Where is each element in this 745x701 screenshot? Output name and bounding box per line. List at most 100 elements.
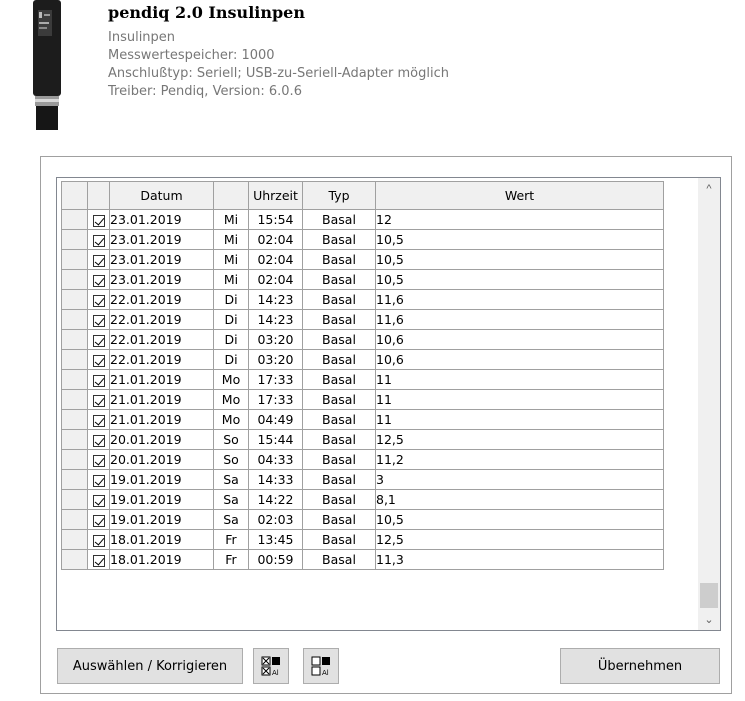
column-header-value[interactable]: Wert: [375, 181, 664, 210]
device-type: Insulinpen: [108, 30, 176, 45]
table-row[interactable]: 20.01.2019 So 15:44 Basal 12,5: [61, 429, 664, 450]
checkbox-checked-icon[interactable]: [92, 254, 105, 267]
table-row[interactable]: 23.01.2019 Mi 15:54 Basal 12: [61, 209, 664, 230]
row-checkbox[interactable]: [87, 209, 110, 230]
row-checkbox[interactable]: [87, 269, 110, 290]
checkbox-checked-icon[interactable]: [92, 454, 105, 467]
checkbox-checked-icon[interactable]: [92, 434, 105, 447]
scrollbar-thumb[interactable]: [700, 583, 718, 608]
table-row[interactable]: 22.01.2019 Di 14:23 Basal 11,6: [61, 289, 664, 310]
row-checkbox[interactable]: [87, 489, 110, 510]
checkbox-checked-icon[interactable]: [92, 274, 105, 287]
row-checkbox[interactable]: [87, 409, 110, 430]
row-selector[interactable]: [61, 369, 88, 390]
row-selector[interactable]: [61, 509, 88, 530]
row-selector[interactable]: [61, 329, 88, 350]
row-selector[interactable]: [61, 249, 88, 270]
select-all-button[interactable]: Al: [253, 648, 289, 684]
chevron-up-icon[interactable]: ^: [698, 178, 720, 200]
row-selector[interactable]: [61, 529, 88, 550]
table-row[interactable]: 20.01.2019 So 04:33 Basal 11,2: [61, 449, 664, 470]
table-row[interactable]: 23.01.2019 Mi 02:04 Basal 10,5: [61, 269, 664, 290]
row-checkbox[interactable]: [87, 469, 110, 490]
checkbox-checked-icon[interactable]: [92, 334, 105, 347]
cell-weekday: Di: [213, 349, 249, 370]
column-header-time[interactable]: Uhrzeit: [248, 181, 303, 210]
row-selector[interactable]: [61, 549, 88, 570]
row-checkbox[interactable]: [87, 329, 110, 350]
row-checkbox[interactable]: [87, 549, 110, 570]
column-header-row-selector[interactable]: [61, 181, 88, 210]
checkbox-checked-icon[interactable]: [92, 474, 105, 487]
device-connection: Anschlußtyp: Seriell; USB-zu-Seriell-Ada…: [108, 66, 449, 81]
vertical-scrollbar[interactable]: ^ ⌄: [698, 178, 720, 630]
row-selector[interactable]: [61, 309, 88, 330]
table-row[interactable]: 19.01.2019 Sa 14:22 Basal 8,1: [61, 489, 664, 510]
row-selector[interactable]: [61, 469, 88, 490]
checkbox-checked-icon[interactable]: [92, 374, 105, 387]
checkbox-checked-icon[interactable]: [92, 314, 105, 327]
row-checkbox[interactable]: [87, 429, 110, 450]
column-header-date[interactable]: Datum: [109, 181, 214, 210]
row-selector[interactable]: [61, 429, 88, 450]
row-checkbox[interactable]: [87, 289, 110, 310]
table-row[interactable]: 23.01.2019 Mi 02:04 Basal 10,5: [61, 249, 664, 270]
deselect-all-button[interactable]: Al: [303, 648, 339, 684]
table-row[interactable]: 19.01.2019 Sa 02:03 Basal 10,5: [61, 509, 664, 530]
table-row[interactable]: 21.01.2019 Mo 17:33 Basal 11: [61, 389, 664, 410]
cell-date: 20.01.2019: [109, 449, 214, 470]
table-row[interactable]: 18.01.2019 Fr 00:59 Basal 11,3: [61, 549, 664, 570]
row-selector[interactable]: [61, 289, 88, 310]
table-row[interactable]: 23.01.2019 Mi 02:04 Basal 10,5: [61, 229, 664, 250]
cell-weekday: Mo: [213, 389, 249, 410]
row-checkbox[interactable]: [87, 229, 110, 250]
row-selector[interactable]: [61, 209, 88, 230]
checkbox-checked-icon[interactable]: [92, 354, 105, 367]
row-checkbox[interactable]: [87, 309, 110, 330]
row-checkbox[interactable]: [87, 449, 110, 470]
select-correct-button[interactable]: Auswählen / Korrigieren: [57, 648, 243, 684]
table-row[interactable]: 19.01.2019 Sa 14:33 Basal 3: [61, 469, 664, 490]
column-header-type[interactable]: Typ: [302, 181, 376, 210]
row-selector[interactable]: [61, 269, 88, 290]
apply-button[interactable]: Übernehmen: [560, 648, 720, 684]
row-selector[interactable]: [61, 409, 88, 430]
table-row[interactable]: 21.01.2019 Mo 04:49 Basal 11: [61, 409, 664, 430]
checkbox-checked-icon[interactable]: [92, 514, 105, 527]
cell-weekday: Sa: [213, 469, 249, 490]
checkbox-checked-icon[interactable]: [92, 534, 105, 547]
cell-value: 11,2: [375, 449, 664, 470]
row-selector[interactable]: [61, 349, 88, 370]
column-header-weekday[interactable]: [213, 181, 249, 210]
row-selector[interactable]: [61, 229, 88, 250]
column-header-check[interactable]: [87, 181, 110, 210]
table-row[interactable]: 22.01.2019 Di 03:20 Basal 10,6: [61, 329, 664, 350]
readings-grid[interactable]: Datum Uhrzeit Typ Wert 23.01.2019 Mi 15:54…: [56, 177, 721, 631]
row-selector[interactable]: [61, 389, 88, 410]
cell-value: 11: [375, 409, 664, 430]
row-checkbox[interactable]: [87, 389, 110, 410]
chevron-down-icon[interactable]: ⌄: [698, 608, 720, 630]
row-checkbox[interactable]: [87, 369, 110, 390]
cell-time: 17:33: [248, 369, 303, 390]
checkbox-checked-icon[interactable]: [92, 294, 105, 307]
row-checkbox[interactable]: [87, 509, 110, 530]
checkbox-checked-icon[interactable]: [92, 494, 105, 507]
row-selector[interactable]: [61, 489, 88, 510]
row-checkbox[interactable]: [87, 529, 110, 550]
cell-weekday: Mo: [213, 369, 249, 390]
table-row[interactable]: 21.01.2019 Mo 17:33 Basal 11: [61, 369, 664, 390]
table-row[interactable]: 22.01.2019 Di 03:20 Basal 10,6: [61, 349, 664, 370]
cell-time: 03:20: [248, 329, 303, 350]
row-selector[interactable]: [61, 449, 88, 470]
checkbox-checked-icon[interactable]: [92, 414, 105, 427]
checkbox-checked-icon[interactable]: [92, 394, 105, 407]
table-row[interactable]: 18.01.2019 Fr 13:45 Basal 12,5: [61, 529, 664, 550]
checkbox-checked-icon[interactable]: [92, 214, 105, 227]
checkbox-checked-icon[interactable]: [92, 234, 105, 247]
row-checkbox[interactable]: [87, 249, 110, 270]
row-checkbox[interactable]: [87, 349, 110, 370]
checkbox-checked-icon[interactable]: [92, 554, 105, 567]
cell-time: 04:49: [248, 409, 303, 430]
table-row[interactable]: 22.01.2019 Di 14:23 Basal 11,6: [61, 309, 664, 330]
